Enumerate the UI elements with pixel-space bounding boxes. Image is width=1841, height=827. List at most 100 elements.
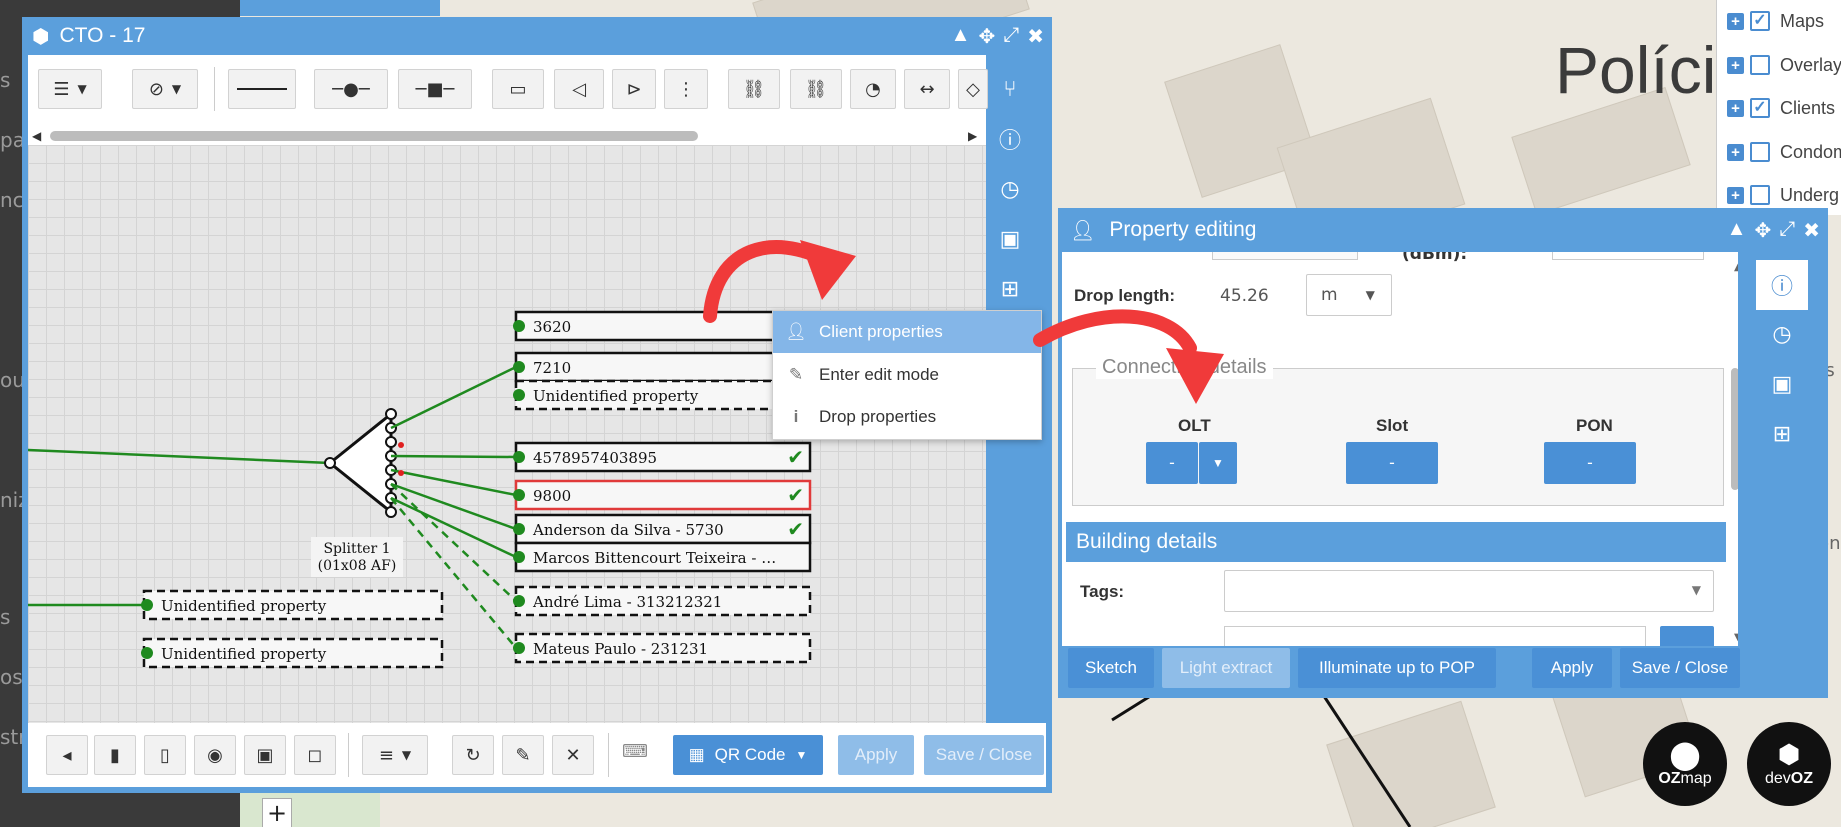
toolbox-icon[interactable]: ⊞	[1764, 416, 1800, 452]
tree-tool-button[interactable]: ⋮	[664, 69, 708, 109]
cube-icon: ⬢	[32, 25, 50, 48]
footer-divider	[348, 733, 349, 777]
expand-plus-icon[interactable]: +	[1727, 12, 1744, 30]
fiber-line	[390, 454, 517, 459]
collapse-icon[interactable]: ▲	[951, 24, 971, 49]
cto-titlebar[interactable]: ⬢ CTO - 17 ▲ ✥ ⤢ ✖	[22, 17, 1052, 55]
expand-plus-icon[interactable]: +	[1727, 186, 1744, 204]
link-tool-button[interactable]: ⛓	[728, 69, 780, 109]
layer-item-overlays[interactable]: + Overlays	[1727, 54, 1841, 76]
menu-item-client-properties[interactable]: 👤︎ Client properties	[773, 311, 1041, 353]
checkbox-icon[interactable]	[1750, 185, 1770, 205]
terminal-tool-button[interactable]: ◁	[554, 69, 604, 109]
align-dropdown-button[interactable]: ≡ ▼	[362, 735, 428, 775]
window-title: Property editing	[1109, 218, 1257, 241]
caret-down-icon: ▼	[77, 82, 87, 96]
property-window: 👤︎ Property editing ▲ ✥ ⤢ ✖ (dBm): Drop …	[1058, 208, 1828, 698]
expand-icon[interactable]: ⤢	[1003, 24, 1019, 49]
move-icon[interactable]: ✥	[978, 24, 995, 49]
toolbox-icon[interactable]: ⊞	[992, 271, 1028, 307]
box-alt-icon: ▯	[160, 744, 170, 766]
close-icon[interactable]: ✖	[1803, 218, 1820, 243]
list-dropdown-button[interactable]: ☰ ▼	[38, 69, 102, 109]
clock-icon[interactable]: ◷	[1764, 316, 1800, 352]
note-button[interactable]: ◻	[294, 735, 336, 775]
terminal-button[interactable]: ◂	[46, 735, 88, 775]
apply-button[interactable]: Apply	[1532, 648, 1612, 688]
drop-tool-button[interactable]: ▭	[492, 69, 544, 109]
scroll-left-icon[interactable]: ◀	[32, 129, 41, 143]
tags-select[interactable]: ▼	[1224, 570, 1714, 612]
unit-select[interactable]: m ▼	[1306, 274, 1392, 316]
info-icon[interactable]: ⓘ	[1764, 267, 1800, 303]
illuminate-button[interactable]: Illuminate up to POP	[1298, 648, 1496, 688]
box-alt-button[interactable]: ▯	[144, 735, 186, 775]
expand-plus-icon[interactable]: +	[1727, 56, 1744, 74]
layer-item-clients[interactable]: + ✓ Clients	[1727, 97, 1835, 119]
collapse-icon[interactable]: ▲	[1727, 218, 1747, 243]
checkbox-checked-icon[interactable]: ✓	[1750, 98, 1770, 118]
layer-item-maps[interactable]: + ✓ Maps	[1727, 10, 1824, 32]
keyboard-icon[interactable]: ⌨	[622, 741, 648, 762]
expand-plus-icon[interactable]: +	[1727, 143, 1744, 161]
caret-down-icon: ▼	[171, 82, 182, 96]
eye-button[interactable]: ◉	[194, 735, 236, 775]
property-titlebar[interactable]: 👤︎ Property editing ▲ ✥ ⤢ ✖	[1058, 208, 1828, 252]
gauge-tool-button[interactable]: ◔	[850, 69, 896, 109]
clock-icon[interactable]: ◷	[992, 171, 1028, 207]
image-icon[interactable]: ▣	[992, 221, 1028, 257]
refresh-button[interactable]: ↻	[452, 735, 494, 775]
slot-select[interactable]: -	[1346, 442, 1438, 484]
splice-tool-button[interactable]: ─●─	[314, 69, 388, 109]
cable-tool-button[interactable]	[228, 69, 296, 109]
menu-item-edit-mode[interactable]: ✎ Enter edit mode	[773, 354, 1041, 396]
move-icon[interactable]: ✥	[1754, 218, 1771, 243]
drop-length-value[interactable]: 45.26	[1220, 286, 1269, 306]
address-input[interactable]	[1224, 626, 1646, 646]
checkbox-checked-icon[interactable]: ✓	[1750, 11, 1770, 31]
layer-item-underground[interactable]: + Underg	[1727, 184, 1839, 206]
checkbox-icon[interactable]	[1750, 55, 1770, 75]
expand-plus-icon[interactable]: +	[1727, 99, 1744, 117]
delete-button[interactable]: ✕	[552, 735, 594, 775]
scroll-down-icon[interactable]: ▼	[1734, 632, 1738, 643]
address-search-button[interactable]	[1660, 626, 1714, 646]
vertical-scrollbar[interactable]	[1731, 368, 1738, 490]
layer-item-condominiums[interactable]: + Condom	[1727, 141, 1841, 163]
sketch-button[interactable]: Sketch	[1068, 648, 1154, 688]
save-close-button[interactable]: Save / Close	[1620, 648, 1740, 688]
brush-button[interactable]: ✎	[502, 735, 544, 775]
box-button[interactable]: ▮	[94, 735, 136, 775]
more-tool-button[interactable]: ◇	[958, 69, 988, 109]
info-icon[interactable]: ⓘ	[992, 121, 1028, 157]
olt-caret-button[interactable]: ▼	[1199, 442, 1237, 484]
connector-button[interactable]: ▣	[244, 735, 286, 775]
split-tool-button[interactable]: ⊳	[612, 69, 656, 109]
resize-tool-button[interactable]: ↔	[904, 69, 950, 109]
slot-label: Slot	[1376, 416, 1409, 435]
terminal-icon: ◂	[62, 744, 72, 766]
connector-tool-button[interactable]: ─■─	[398, 69, 472, 109]
checkbox-icon[interactable]	[1750, 142, 1770, 162]
olt-select[interactable]: -	[1146, 442, 1198, 484]
apply-button[interactable]: Apply	[838, 735, 914, 775]
save-close-button[interactable]: Save / Close	[924, 735, 1044, 775]
scroll-right-icon[interactable]: ▶	[968, 129, 977, 143]
pon-select[interactable]: -	[1544, 442, 1636, 484]
branch-icon[interactable]: ⑂	[992, 71, 1028, 107]
close-icon[interactable]: ✖	[1027, 24, 1044, 49]
qr-code-button[interactable]: ▦ QR Code ▼	[673, 735, 823, 775]
unlink-tool-button[interactable]: ⛓	[790, 69, 842, 109]
logo-text: map	[1680, 770, 1712, 787]
light-extract-button[interactable]: Light extract	[1162, 648, 1290, 688]
image-icon[interactable]: ▣	[1764, 366, 1800, 402]
menu-item-drop-properties[interactable]: i Drop properties	[773, 396, 1041, 438]
expand-icon[interactable]: ⤢	[1779, 218, 1795, 243]
horizontal-scrollbar[interactable]	[50, 131, 698, 141]
logo-text: dev	[1764, 770, 1791, 787]
note-icon: ◻	[307, 744, 323, 766]
zoom-in-button[interactable]: +	[262, 798, 292, 827]
sidebar-snippet: s	[0, 605, 11, 629]
block-dropdown-button[interactable]: ⊘ ▼	[132, 69, 198, 109]
scroll-up-icon[interactable]: ▲	[1734, 262, 1738, 273]
